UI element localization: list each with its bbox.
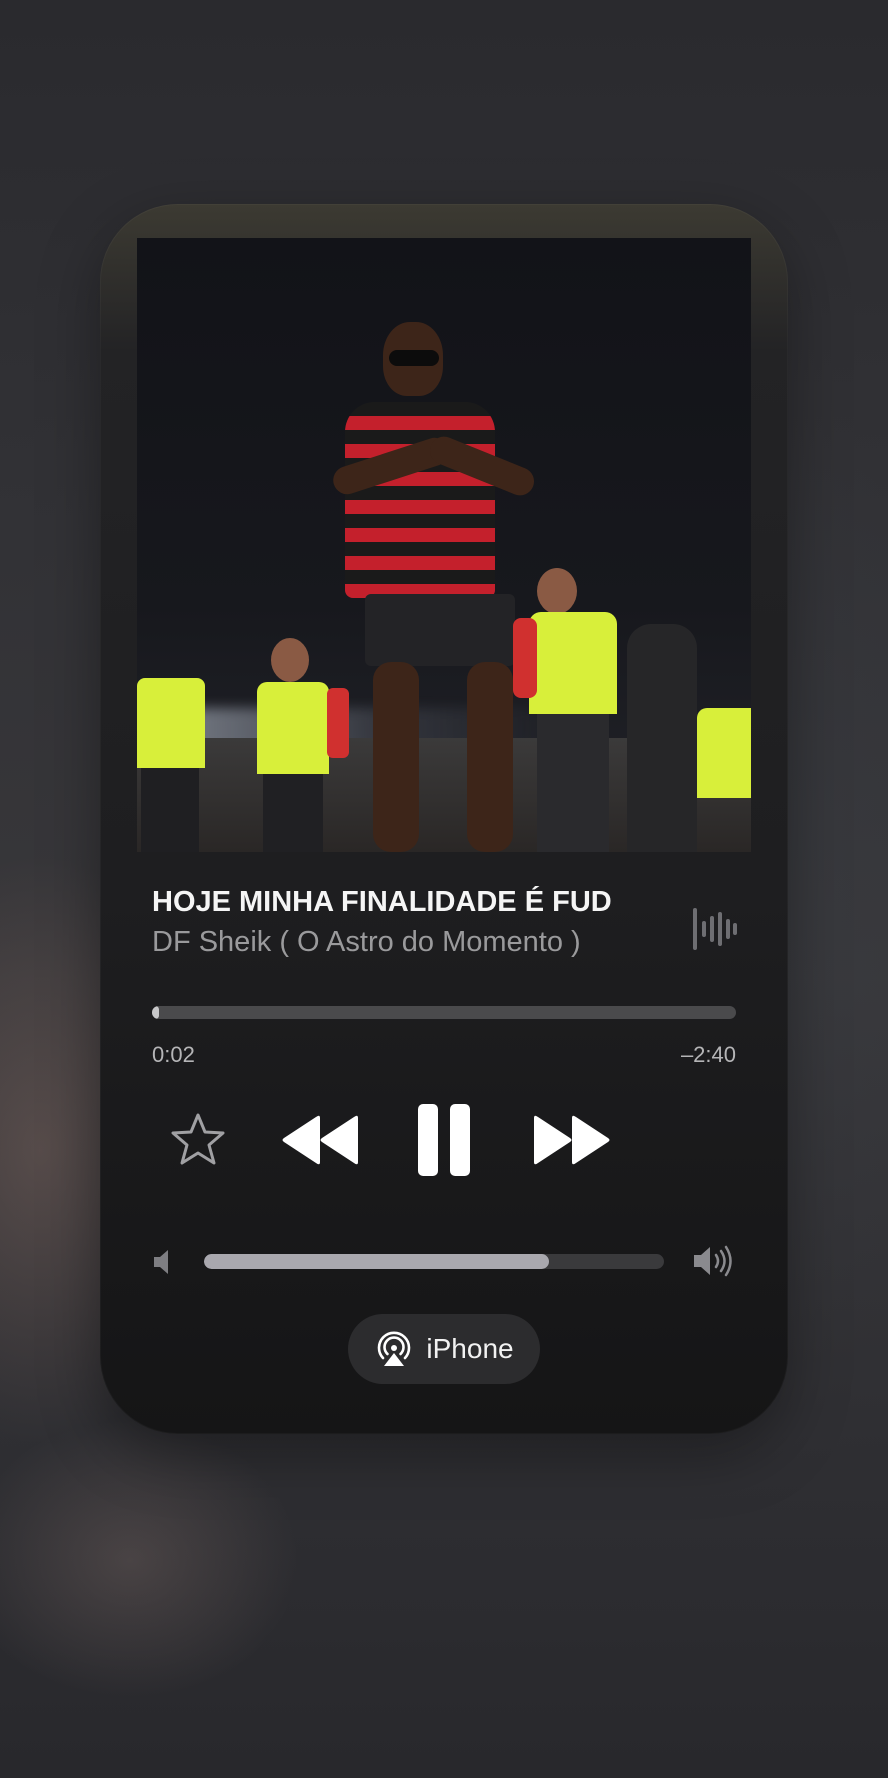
playback-progress-fill bbox=[152, 1006, 159, 1019]
airplay-device-label: iPhone bbox=[426, 1333, 514, 1364]
rewind-button[interactable] bbox=[280, 1114, 362, 1166]
artwork-steward-head bbox=[271, 638, 309, 682]
remaining-time: –2:40 bbox=[680, 1042, 736, 1067]
speaker-low-icon bbox=[154, 1250, 168, 1274]
artwork-dancer-glasses bbox=[389, 350, 439, 366]
artwork-dancer-shorts bbox=[365, 594, 515, 666]
artwork-steward-right-arm bbox=[513, 618, 537, 698]
artwork-dancer-leg-left bbox=[373, 662, 419, 852]
album-artwork[interactable] bbox=[137, 238, 751, 852]
volume-level-fill bbox=[204, 1254, 549, 1269]
artwork-steward-left-legs bbox=[141, 768, 199, 852]
fast-forward-icon bbox=[534, 1115, 610, 1165]
airplay-icon bbox=[378, 1331, 411, 1366]
star-icon bbox=[171, 1113, 225, 1165]
favorite-star-button[interactable] bbox=[168, 1110, 228, 1170]
artwork-steward-vest bbox=[257, 682, 329, 774]
artwork-steward-arm bbox=[327, 688, 349, 758]
now-playing-card: HOJE MINHA FINALIDADE É FUD DF Sheik ( O… bbox=[100, 204, 788, 1434]
artwork-steward-right-legs bbox=[537, 714, 609, 852]
airplay-output-button[interactable]: iPhone bbox=[348, 1314, 540, 1384]
artwork-steward-legs bbox=[263, 774, 323, 852]
fast-forward-button[interactable] bbox=[530, 1114, 612, 1166]
volume-slider[interactable] bbox=[204, 1254, 664, 1269]
artwork-steward-right-head bbox=[537, 568, 577, 614]
elapsed-time: 0:02 bbox=[152, 1042, 195, 1067]
track-artist[interactable]: DF Sheik ( O Astro do Momento ) bbox=[152, 926, 672, 959]
artwork-steward-right-vest bbox=[529, 612, 617, 714]
pause-icon bbox=[418, 1104, 470, 1176]
speaker-high-icon bbox=[694, 1245, 732, 1277]
artwork-dancer-leg-right bbox=[467, 662, 513, 852]
artwork-dancer-jersey bbox=[345, 402, 495, 598]
artwork-steward-far-right bbox=[697, 708, 751, 798]
artwork-person-right bbox=[627, 624, 697, 852]
artwork-steward-left bbox=[137, 678, 205, 768]
track-title: HOJE MINHA FINALIDADE É FUD bbox=[152, 886, 612, 918]
playback-scrubber[interactable] bbox=[152, 1006, 736, 1019]
pause-button[interactable] bbox=[416, 1102, 472, 1178]
waveform-icon bbox=[693, 908, 737, 950]
rewind-icon bbox=[282, 1115, 358, 1165]
